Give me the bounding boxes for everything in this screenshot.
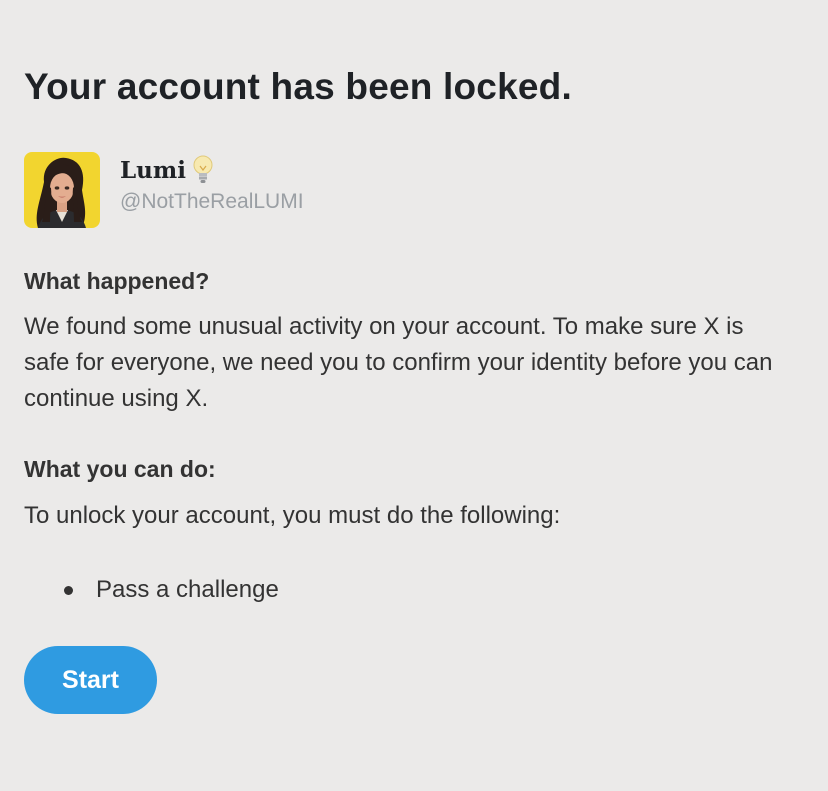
- what-happened-heading: What happened?: [24, 268, 210, 294]
- user-handle[interactable]: @NotTheRealLUMI: [120, 190, 304, 214]
- list-item: Pass a challenge: [24, 572, 279, 608]
- profile-names: Lumi @NotTheRealLUMI: [120, 154, 304, 214]
- lightbulb-icon: [190, 154, 216, 186]
- profile-card: Lumi @NotTheRealLUMI: [24, 152, 304, 228]
- what-you-can-do-text: To unlock your account, you must do the …: [24, 502, 561, 529]
- bullet-icon: [64, 585, 73, 595]
- avatar-illustration: [24, 152, 100, 228]
- account-locked-page: Your account has been locked. Lumi @NotT…: [0, 0, 828, 791]
- display-name[interactable]: Lumi: [120, 157, 186, 184]
- what-happened-text: We found some unusual activity on your a…: [24, 313, 773, 412]
- step-label: Pass a challenge: [96, 576, 279, 603]
- avatar[interactable]: [24, 152, 100, 228]
- start-button[interactable]: Start: [24, 646, 157, 714]
- steps-list: Pass a challenge: [24, 572, 279, 608]
- page-title: Your account has been locked.: [24, 66, 572, 107]
- what-you-can-do-heading: What you can do:: [24, 456, 216, 482]
- display-name-row: Lumi: [120, 154, 304, 186]
